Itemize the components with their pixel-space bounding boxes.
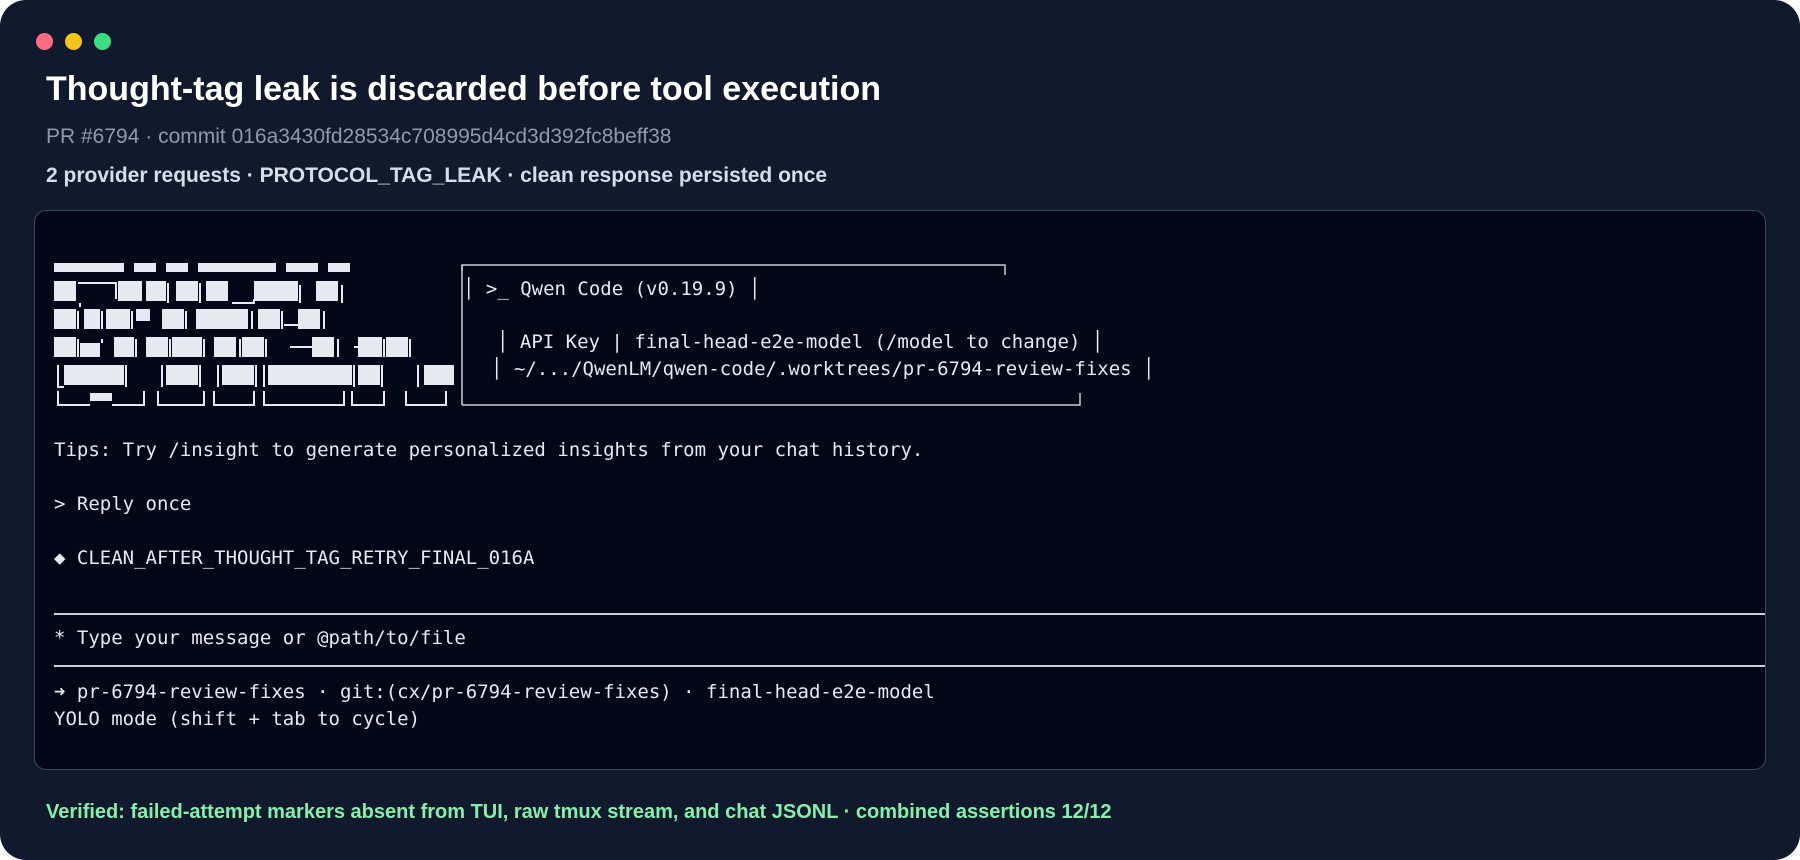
- app-version-line: │ >_ Qwen Code (v0.19.9) │: [463, 278, 761, 300]
- minimize-window-button[interactable]: [65, 33, 82, 50]
- worktree-path-line: │ ~/.../QwenLM/qwen-code/.worktrees/pr-6…: [491, 358, 1155, 380]
- pr-commit-subtitle: PR #6794 · commit 016a3430fd28534c708995…: [46, 125, 672, 148]
- page-title: Thought-tag leak is discarded before too…: [46, 70, 882, 108]
- user-prompt: > Reply once: [54, 493, 192, 515]
- qwen-logo-art: [54, 263, 454, 406]
- terminal-panel[interactable]: │ >_ Qwen Code (v0.19.9) │ │ API Key | f…: [34, 210, 1766, 770]
- zoom-window-button[interactable]: [94, 33, 111, 50]
- input-bottom-divider: [54, 665, 1765, 667]
- verification-message: Verified: failed-attempt markers absent …: [46, 801, 1112, 823]
- tips-text: Tips: Try /insight to generate personali…: [54, 439, 924, 461]
- test-summary: 2 provider requests · PROTOCOL_TAG_LEAK …: [46, 164, 828, 187]
- assistant-response: ◆ CLEAN_AFTER_THOUGHT_TAG_RETRY_FINAL_01…: [54, 547, 535, 569]
- input-top-divider: [54, 613, 1765, 615]
- message-input[interactable]: * Type your message or @path/to/file: [54, 627, 466, 649]
- close-window-button[interactable]: [36, 33, 53, 50]
- mode-indicator: YOLO mode (shift + tab to cycle): [54, 708, 421, 730]
- window-controls: [36, 33, 111, 50]
- app-window: Thought-tag leak is discarded before too…: [0, 0, 1800, 860]
- git-status-line: ➜ pr-6794-review-fixes · git:(cx/pr-6794…: [54, 681, 935, 703]
- auth-model-line: │ API Key | final-head-e2e-model (/model…: [497, 331, 1104, 353]
